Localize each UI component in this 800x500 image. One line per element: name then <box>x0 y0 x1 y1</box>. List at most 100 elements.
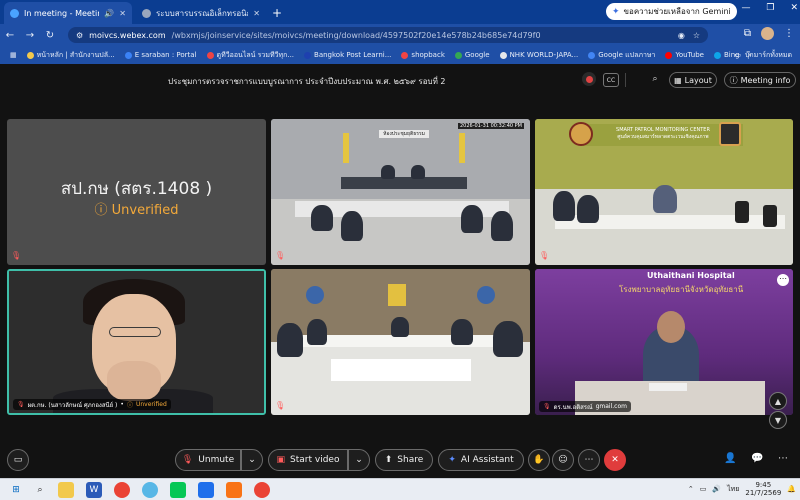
audio-options-dropdown[interactable]: ⌄ <box>241 449 263 471</box>
panel-more-icon[interactable]: ⋯ <box>778 453 788 464</box>
input-language[interactable]: ไทย <box>727 484 739 495</box>
hand-icon: ✋ <box>533 455 545 465</box>
raise-hand-button[interactable]: ✋ <box>528 449 550 471</box>
chrome-icon[interactable] <box>114 482 130 498</box>
layout-button[interactable]: ▦ Layout <box>669 72 717 88</box>
back-icon[interactable]: ← <box>0 30 20 41</box>
chevron-down-icon: ⌄ <box>355 455 363 465</box>
tile-more-options-icon[interactable]: ⋯ <box>777 274 789 286</box>
search-icon[interactable]: ⌕ <box>32 482 48 498</box>
participants-icon[interactable]: 👤 <box>724 453 736 464</box>
folder-label: บุ๊กมาร์กทั้งหมด <box>744 50 792 59</box>
meeting-title: ประชุมการตรวจราชการแบบบูรณาการ ประจำปีงบ… <box>168 77 446 86</box>
captions-button[interactable]: CC <box>603 73 619 87</box>
bookmark-label: shopback <box>411 51 445 59</box>
app-icon[interactable] <box>198 482 214 498</box>
leave-meeting-button[interactable]: ✕ <box>604 449 626 471</box>
video-timestamp: 2026-01-31 00:32:40 PM <box>457 123 524 129</box>
camera-in-use-icon[interactable]: ◉ <box>678 31 685 40</box>
ai-assistant-button[interactable]: ✦ AI Assistant <box>438 449 524 471</box>
network-icon[interactable]: ▭ <box>700 485 707 493</box>
profile-avatar[interactable] <box>761 27 774 40</box>
windows-start-icon[interactable]: ⊞ <box>8 482 24 498</box>
reactions-button[interactable]: ☺ <box>552 449 574 471</box>
close-window-icon[interactable]: ✕ <box>790 3 798 13</box>
close-tab-icon[interactable]: ✕ <box>253 9 260 18</box>
bookmark-item[interactable]: ดูทีวีออนไลน์ รวมทีวีทุก... <box>206 50 294 61</box>
chat-icon[interactable]: 💬 <box>751 453 763 464</box>
close-tab-icon[interactable]: ✕ <box>119 9 126 18</box>
tab-webex[interactable]: In meeting - Meeting · Webex 🔊 ✕ <box>4 2 132 24</box>
participant-figure <box>461 205 483 233</box>
participant-tile[interactable]: 🎙 <box>271 269 530 415</box>
bookmark-favicon-icon <box>665 51 673 59</box>
tab-saraban[interactable]: ระบบสารบรรณอิเล็กทรอนิกส์ ✕ <box>136 2 266 24</box>
url-bar[interactable]: ⚙ moivcs.webex.com/wbxmjs/joinservice/si… <box>68 27 708 43</box>
participant-figure <box>653 185 677 213</box>
restore-icon[interactable]: ❐ <box>766 3 774 13</box>
volume-icon[interactable]: 🔊 <box>712 485 721 493</box>
chevron-up-icon[interactable]: ⌃ <box>688 485 694 493</box>
start-video-button[interactable]: ▣ Start video <box>268 449 348 471</box>
unmute-button[interactable]: 🎙 Unmute <box>175 449 241 471</box>
app-icon[interactable] <box>226 482 242 498</box>
participant-figure <box>553 191 575 221</box>
gemini-sparkle-icon: ✦ <box>612 6 620 17</box>
all-bookmarks-folder[interactable]: ▭ บุ๊กมาร์กทั้งหมด <box>734 50 792 61</box>
bookmark-item[interactable]: Google <box>454 51 490 59</box>
scroll-up-button[interactable]: ▲ <box>769 392 787 410</box>
bookmark-item[interactable]: Bangkok Post Learni... <box>304 51 391 59</box>
file-explorer-icon[interactable] <box>58 482 74 498</box>
reload-icon[interactable]: ↻ <box>40 30 60 41</box>
participant-tile[interactable]: สป.กษ (สตร.1408 ) ⓘ Unverified 🎙 <box>7 119 266 265</box>
bookmark-item[interactable]: YouTube <box>665 51 704 59</box>
emblem-logo <box>388 284 406 306</box>
folder-icon: ▭ <box>734 51 741 59</box>
bookmark-item[interactable]: E saraban : Portal <box>124 51 197 59</box>
bookmark-star-icon[interactable]: ☆ <box>693 31 700 40</box>
bookmark-label: YouTube <box>675 51 704 59</box>
scroll-down-button[interactable]: ▼ <box>769 411 787 429</box>
chrome-icon[interactable] <box>254 482 270 498</box>
captions-toggle-button[interactable]: ▭ <box>7 449 29 471</box>
participant-figure <box>307 319 327 345</box>
participant-figure <box>577 195 599 223</box>
participant-tile[interactable]: SMART PATROL MONITORING CENTER ศูนย์ควบคุ… <box>535 119 793 265</box>
bookmark-item[interactable]: Google แปลภาษา <box>588 50 655 61</box>
recording-indicator-icon[interactable] <box>582 72 596 86</box>
active-speaker-tile[interactable]: 🎙 ผต.กษ. (นสาวลักษณ์ ศุภกองสนีย์ ) • ⓘ U… <box>7 269 266 415</box>
new-tab-button[interactable]: + <box>272 2 282 24</box>
meeting-info-button[interactable]: ⓘ Meeting info <box>724 72 796 88</box>
bookmark-item[interactable]: NHK WORLD-JAPA... <box>499 51 578 59</box>
minimize-icon[interactable]: — <box>741 3 750 13</box>
video-options-dropdown[interactable]: ⌄ <box>348 449 370 471</box>
site-info-icon[interactable]: ⚙ <box>76 31 83 40</box>
participant-figure <box>341 211 363 241</box>
ai-sparkle-icon: ✦ <box>448 455 456 465</box>
bookmark-item[interactable]: shopback <box>401 51 445 59</box>
participant-tile[interactable]: ห้องประชุมยุติธรรม 2026-01-31 00:32:40 P… <box>271 119 530 265</box>
edge-icon[interactable] <box>142 482 158 498</box>
bookmark-item[interactable]: หน้าหลัก | สำนักงานปลั... <box>26 50 115 61</box>
bookmarks-bar: ▦ หน้าหลัก | สำนักงานปลั... E saraban : … <box>0 46 800 64</box>
system-tray: ⌃ ▭ 🔊 ไทย 9:45 21/7/2569 🔔 <box>688 481 796 497</box>
clock[interactable]: 9:45 21/7/2569 <box>745 481 781 497</box>
clock-time: 9:45 <box>755 481 772 489</box>
notifications-icon[interactable]: 🔔 <box>787 485 796 493</box>
apps-grid-icon[interactable]: ▦ <box>10 51 17 59</box>
forward-icon[interactable]: → <box>20 30 40 41</box>
chair <box>735 201 749 223</box>
zoom-magnifier-icon[interactable]: ⌕ <box>648 72 662 86</box>
share-button[interactable]: ⬆ Share <box>375 449 433 471</box>
line-app-icon[interactable] <box>170 482 186 498</box>
menu-kebab-icon[interactable]: ⋮ <box>784 28 794 39</box>
extensions-icon[interactable]: ⧉ <box>744 28 751 39</box>
webex-favicon-icon <box>10 8 19 18</box>
tab-title: In meeting - Meeting · Webex <box>24 8 99 18</box>
word-icon[interactable]: W <box>86 482 102 498</box>
tab-search-icon[interactable]: ⌄ <box>718 3 726 13</box>
share-screen-icon: ⬆ <box>384 455 393 465</box>
bookmark-favicon-icon <box>401 51 409 59</box>
more-options-button[interactable]: ⋯ <box>578 449 600 471</box>
participant-tile[interactable]: Uthaithani Hospital โรงพยาบาลอุทัยธานีจั… <box>535 269 793 415</box>
